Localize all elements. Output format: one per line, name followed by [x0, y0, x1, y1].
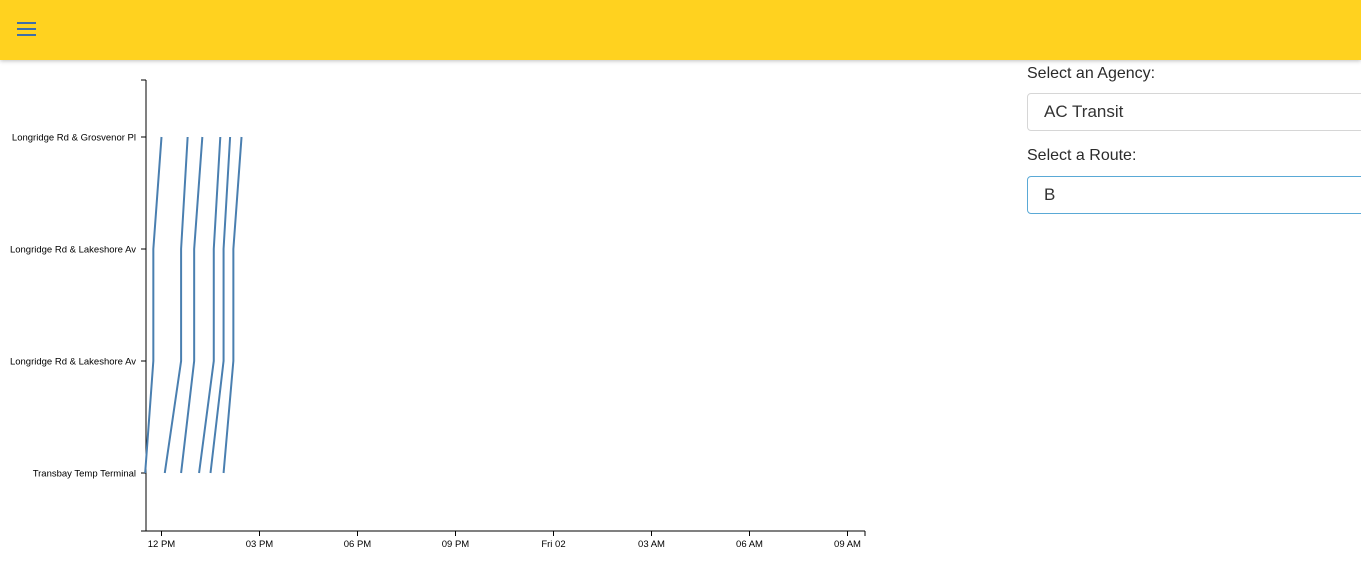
x-tick-label: 03 PM: [246, 539, 274, 550]
selection-panel: Select an Agency: AC Transit Select a Ro…: [1027, 62, 1361, 214]
x-tick-label: 03 AM: [638, 539, 665, 550]
y-tick-label: Transbay Temp Terminal: [33, 469, 136, 480]
marey-chart-svg: Transbay Temp Terminal Longridge Rd & Lak…: [10, 79, 866, 550]
x-tick-label: Fri 02: [541, 539, 565, 550]
y-tick-label: Longridge Rd & Lakeshore Av: [10, 245, 136, 256]
x-tick-label: 06 PM: [344, 539, 372, 550]
x-tick-label: 09 AM: [834, 539, 861, 550]
route-select[interactable]: B: [1027, 176, 1361, 214]
top-app-bar: [0, 0, 1361, 60]
x-tick-label: 09 PM: [442, 539, 470, 550]
x-tick-label: 06 AM: [736, 539, 763, 550]
trip-line: [163, 136, 189, 474]
y-tick-label: Longridge Rd & Lakeshore Av: [10, 357, 136, 368]
agency-select-label: Select an Agency:: [1027, 65, 1156, 82]
trip-line: [144, 136, 163, 474]
agency-select[interactable]: AC Transit: [1027, 93, 1361, 131]
agency-select-value: AC Transit: [1044, 102, 1124, 121]
y-tick-label: Longridge Rd & Grosvenor Pl: [12, 133, 136, 144]
route-select-value: B: [1044, 185, 1056, 204]
x-tick-label: 12 PM: [148, 539, 176, 550]
route-select-label: Select a Route:: [1027, 147, 1137, 164]
timetable-chart: Transbay Temp Terminal Longridge Rd & Lak…: [0, 62, 900, 574]
hamburger-menu-icon[interactable]: [10, 15, 44, 43]
